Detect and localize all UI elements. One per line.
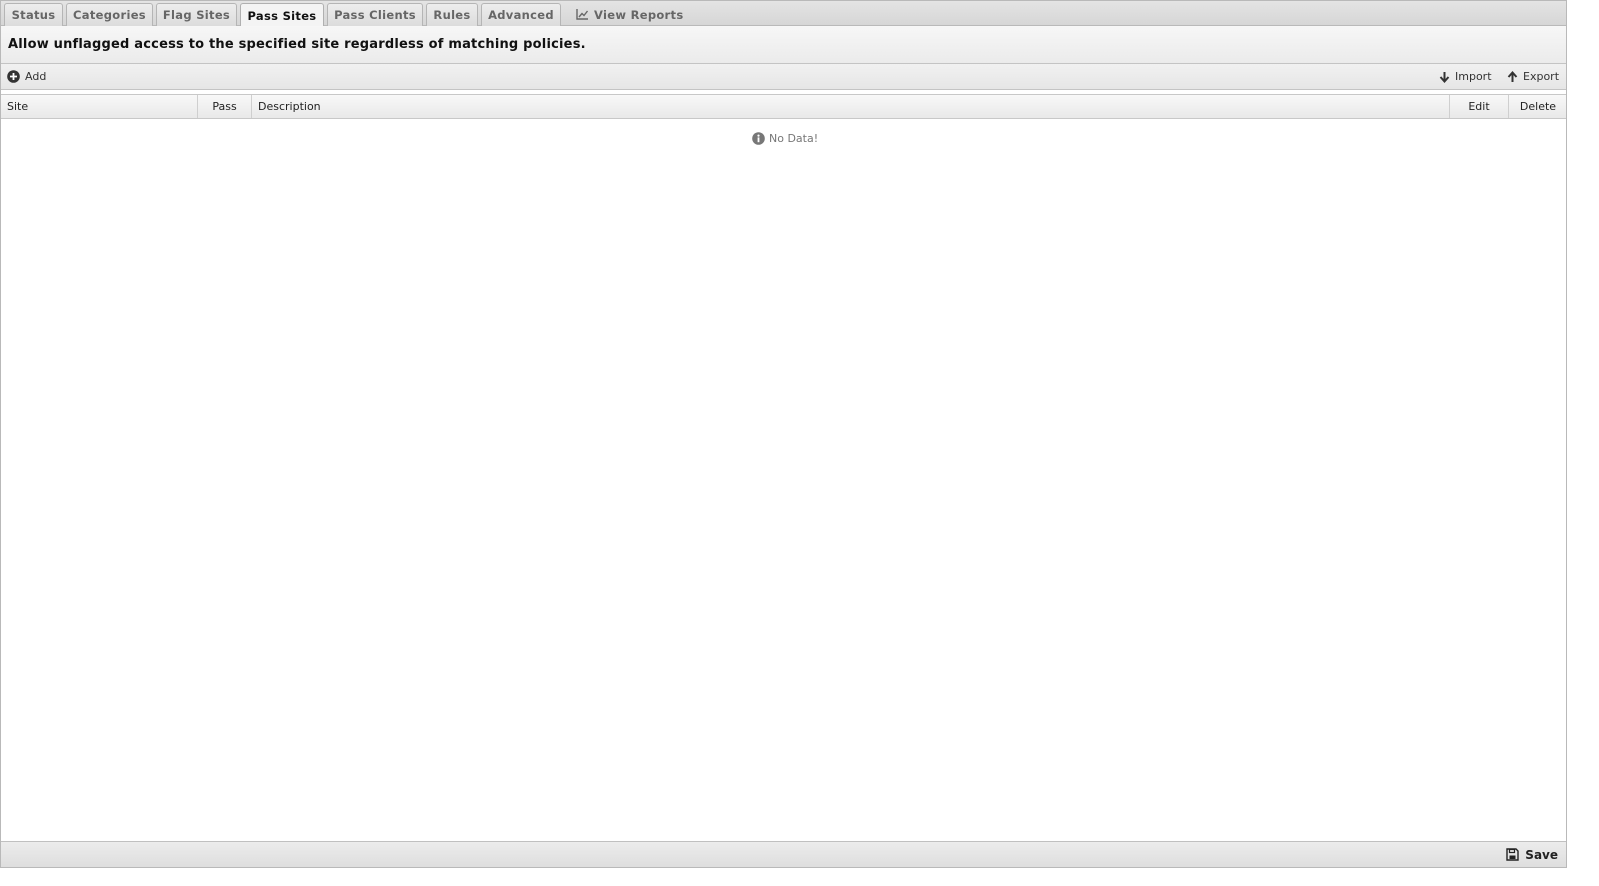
save-label: Save — [1525, 847, 1558, 862]
info-circle-icon — [752, 132, 765, 145]
column-label: Site — [7, 100, 29, 113]
import-button[interactable]: Import — [1439, 64, 1492, 89]
tab-bar: Status Categories Flag Sites Pass Sites … — [1, 1, 1566, 27]
tab-rules[interactable]: Rules — [426, 3, 478, 26]
description-text: Allow unflagged access to the specified … — [8, 37, 586, 52]
page-description: Allow unflagged access to the specified … — [1, 26, 1566, 64]
view-reports-link[interactable]: View Reports — [576, 3, 686, 26]
tab-label: Pass Sites — [247, 8, 317, 23]
import-label: Import — [1455, 70, 1492, 83]
export-label: Export — [1523, 70, 1560, 83]
export-button[interactable]: Export — [1507, 64, 1559, 89]
tab-categories[interactable]: Categories — [66, 3, 153, 26]
column-label: Edit — [1468, 100, 1490, 113]
column-label: Pass — [212, 100, 237, 113]
line-chart-icon — [576, 9, 589, 20]
add-button[interactable]: Add — [7, 64, 46, 89]
tab-label: Flag Sites — [162, 8, 231, 22]
save-button[interactable]: Save — [1506, 842, 1558, 867]
column-header-pass[interactable]: Pass — [198, 95, 252, 118]
view-reports-label: View Reports — [594, 7, 684, 22]
column-header-site[interactable]: Site — [1, 95, 198, 118]
tab-label: Categories — [73, 8, 146, 22]
arrow-up-icon — [1507, 70, 1518, 83]
tab-pass-clients[interactable]: Pass Clients — [327, 3, 423, 26]
grid-body — [1, 119, 1566, 842]
column-header-delete[interactable]: Delete — [1509, 95, 1567, 118]
app-panel: Status Categories Flag Sites Pass Sites … — [0, 0, 1567, 868]
tab-label: Advanced — [488, 8, 554, 22]
tab-label: Pass Clients — [334, 8, 416, 22]
column-header-edit[interactable]: Edit — [1450, 95, 1509, 118]
arrow-down-icon — [1439, 71, 1450, 83]
column-header-description[interactable]: Description — [252, 95, 1450, 118]
tab-pass-sites[interactable]: Pass Sites — [240, 3, 324, 27]
empty-grid-message: No Data! — [752, 132, 818, 145]
add-label: Add — [25, 70, 47, 83]
footer-bar: Save — [1, 841, 1566, 867]
tab-label: Status — [11, 8, 56, 22]
column-label: Description — [258, 100, 321, 113]
grid-toolbar: Add Import Export — [1, 64, 1566, 90]
empty-text: No Data! — [769, 132, 819, 145]
tab-label: Rules — [433, 8, 471, 22]
tab-advanced[interactable]: Advanced — [481, 3, 561, 26]
floppy-disk-icon — [1506, 848, 1519, 861]
tab-flag-sites[interactable]: Flag Sites — [156, 3, 237, 26]
grid-header: Site Pass Description Edit Delete — [1, 94, 1566, 119]
tab-status[interactable]: Status — [4, 3, 63, 26]
plus-circle-icon — [7, 70, 20, 83]
column-label: Delete — [1519, 100, 1557, 113]
